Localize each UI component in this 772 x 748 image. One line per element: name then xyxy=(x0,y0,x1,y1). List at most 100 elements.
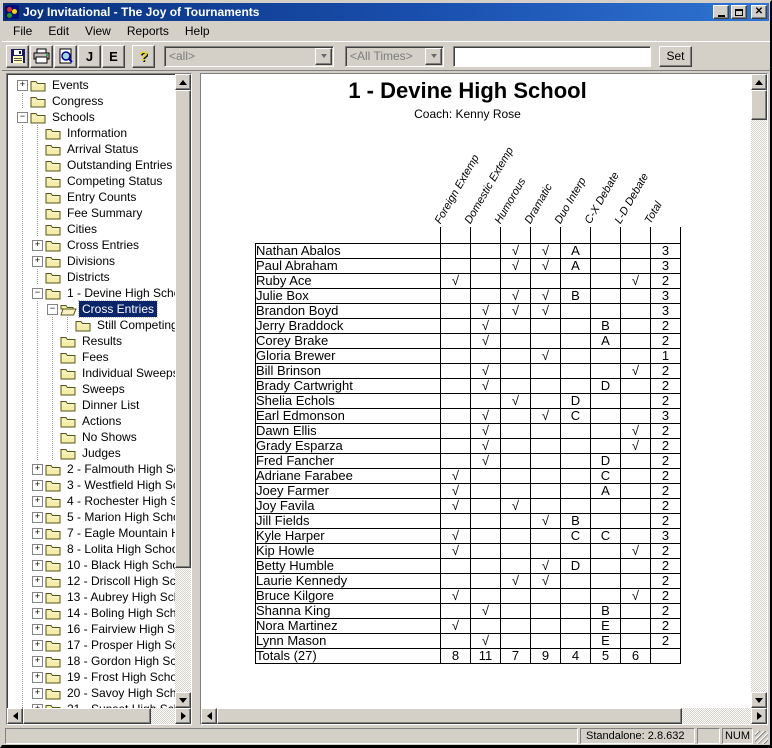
expand-icon[interactable]: + xyxy=(32,480,43,491)
tree-item[interactable]: Dinner List xyxy=(15,397,175,413)
report-hscroll-thumb[interactable] xyxy=(217,708,682,724)
tree-item[interactable]: +21 - Sunset High School xyxy=(15,701,175,708)
expand-icon[interactable]: + xyxy=(32,464,43,475)
expand-icon[interactable]: + xyxy=(32,496,43,507)
scroll-right-button[interactable] xyxy=(751,708,767,724)
tree-item[interactable]: +2 - Falmouth High School xyxy=(15,461,175,477)
resize-grip[interactable] xyxy=(755,731,768,744)
report-vertical-scrollbar[interactable] xyxy=(751,74,767,708)
report-vscroll-thumb[interactable] xyxy=(751,90,767,120)
tree-item[interactable]: +8 - Lolita High School xyxy=(15,541,175,557)
tree-item[interactable]: +7 - Eagle Mountain High School xyxy=(15,525,175,541)
tree-item[interactable]: +18 - Gordon High School xyxy=(15,653,175,669)
collapse-icon[interactable]: − xyxy=(32,288,43,299)
tree-vertical-scrollbar[interactable] xyxy=(175,74,191,708)
tree-item[interactable]: + Divisions xyxy=(15,253,175,269)
tree-hscroll-track[interactable] xyxy=(151,708,175,724)
expand-icon[interactable]: + xyxy=(32,656,43,667)
report-hscroll-track[interactable] xyxy=(682,708,751,724)
tree-item[interactable]: +19 - Frost High School xyxy=(15,669,175,685)
tree-item[interactable]: Fee Summary xyxy=(15,205,175,221)
collapse-icon[interactable]: − xyxy=(47,304,58,315)
tree-item[interactable]: +14 - Boling High School xyxy=(15,605,175,621)
tree-item[interactable]: − Schools xyxy=(15,109,175,125)
expand-icon[interactable]: + xyxy=(32,592,43,603)
print-preview-button[interactable] xyxy=(54,44,77,68)
events-button[interactable]: E xyxy=(102,44,125,68)
tree-item[interactable]: Districts xyxy=(15,269,175,285)
judges-button[interactable]: J xyxy=(78,44,101,68)
menu-help[interactable]: Help xyxy=(177,22,218,41)
tree-horizontal-scrollbar[interactable] xyxy=(7,708,191,724)
expand-icon[interactable]: + xyxy=(32,240,43,251)
report-vscroll-track[interactable] xyxy=(751,120,767,692)
tree-item[interactable]: Cities xyxy=(15,221,175,237)
time-filter-combo[interactable]: <All Times> xyxy=(345,45,444,67)
scroll-down-button[interactable] xyxy=(751,692,767,708)
tree-item[interactable]: Results xyxy=(15,333,175,349)
tree-item[interactable]: +4 - Rochester High School xyxy=(15,493,175,509)
tree-item[interactable]: +16 - Fairview High School xyxy=(15,621,175,637)
report-horizontal-scrollbar[interactable] xyxy=(201,708,767,724)
tree-item[interactable]: Congress xyxy=(15,93,175,109)
tree-item[interactable]: +3 - Westfield High School xyxy=(15,477,175,493)
tree-item[interactable]: − 1 - Devine High School xyxy=(15,285,175,301)
tree-item[interactable]: Outstanding Entries xyxy=(15,157,175,173)
tree-item[interactable]: Sweeps xyxy=(15,381,175,397)
collapse-icon[interactable]: − xyxy=(17,112,28,123)
expand-icon[interactable]: + xyxy=(32,672,43,683)
close-button[interactable]: ✕ xyxy=(751,5,767,19)
tree-vscroll-thumb[interactable] xyxy=(175,90,191,568)
expand-icon[interactable]: + xyxy=(17,80,28,91)
maximize-button[interactable] xyxy=(731,5,747,19)
expand-icon[interactable]: + xyxy=(32,528,43,539)
scroll-left-button[interactable] xyxy=(201,708,217,724)
tree-vscroll-track[interactable] xyxy=(175,568,191,692)
tree-item[interactable]: +12 - Driscoll High School xyxy=(15,573,175,589)
tree-hscroll-thumb[interactable] xyxy=(23,708,151,724)
tree-item[interactable]: Actions xyxy=(15,413,175,429)
tree-item[interactable]: Entry Counts xyxy=(15,189,175,205)
tree-item[interactable]: No Shows xyxy=(15,429,175,445)
menu-view[interactable]: View xyxy=(77,22,119,41)
save-button[interactable] xyxy=(6,44,29,68)
minimize-button[interactable] xyxy=(713,5,729,19)
expand-icon[interactable]: + xyxy=(32,688,43,699)
scroll-down-button[interactable] xyxy=(175,692,191,708)
tree-item[interactable]: Fees xyxy=(15,349,175,365)
tree-item[interactable]: +10 - Black High School xyxy=(15,557,175,573)
tree-item[interactable]: Arrival Status xyxy=(15,141,175,157)
help-button[interactable]: ? xyxy=(132,44,155,68)
tree-item[interactable]: +13 - Aubrey High School xyxy=(15,589,175,605)
tree-item[interactable]: + Events xyxy=(15,77,175,93)
tree-item[interactable]: Individual Sweeps xyxy=(15,365,175,381)
tree-item[interactable]: +5 - Marion High School xyxy=(15,509,175,525)
tree-item[interactable]: +20 - Savoy High School xyxy=(15,685,175,701)
scroll-up-button[interactable] xyxy=(175,74,191,90)
time-filter-dropdown-button[interactable] xyxy=(425,47,442,65)
tree-item[interactable]: + Cross Entries xyxy=(15,237,175,253)
expand-icon[interactable]: + xyxy=(32,544,43,555)
tree-item[interactable]: Still Competing xyxy=(15,317,175,333)
expand-icon[interactable]: + xyxy=(32,512,43,523)
print-button[interactable] xyxy=(30,44,53,68)
filter-input[interactable] xyxy=(453,45,651,67)
tree-item[interactable]: Competing Status xyxy=(15,173,175,189)
pane-splitter[interactable] xyxy=(192,73,200,725)
event-filter-combo[interactable]: <all> xyxy=(164,45,334,67)
expand-icon[interactable]: + xyxy=(32,624,43,635)
tree-item[interactable]: +17 - Prosper High School xyxy=(15,637,175,653)
expand-icon[interactable]: + xyxy=(32,576,43,587)
expand-icon[interactable]: + xyxy=(32,704,43,708)
tree-item[interactable]: − Cross Entries xyxy=(15,300,175,318)
event-filter-dropdown-button[interactable] xyxy=(315,47,332,65)
expand-icon[interactable]: + xyxy=(32,256,43,267)
tree-item[interactable]: Judges xyxy=(15,445,175,461)
scroll-up-button[interactable] xyxy=(751,74,767,90)
expand-icon[interactable]: + xyxy=(32,560,43,571)
scroll-right-button[interactable] xyxy=(175,708,191,724)
menu-reports[interactable]: Reports xyxy=(119,22,177,41)
scroll-left-button[interactable] xyxy=(7,708,23,724)
tree-item[interactable]: Information xyxy=(15,125,175,141)
set-button[interactable]: Set xyxy=(659,45,692,67)
